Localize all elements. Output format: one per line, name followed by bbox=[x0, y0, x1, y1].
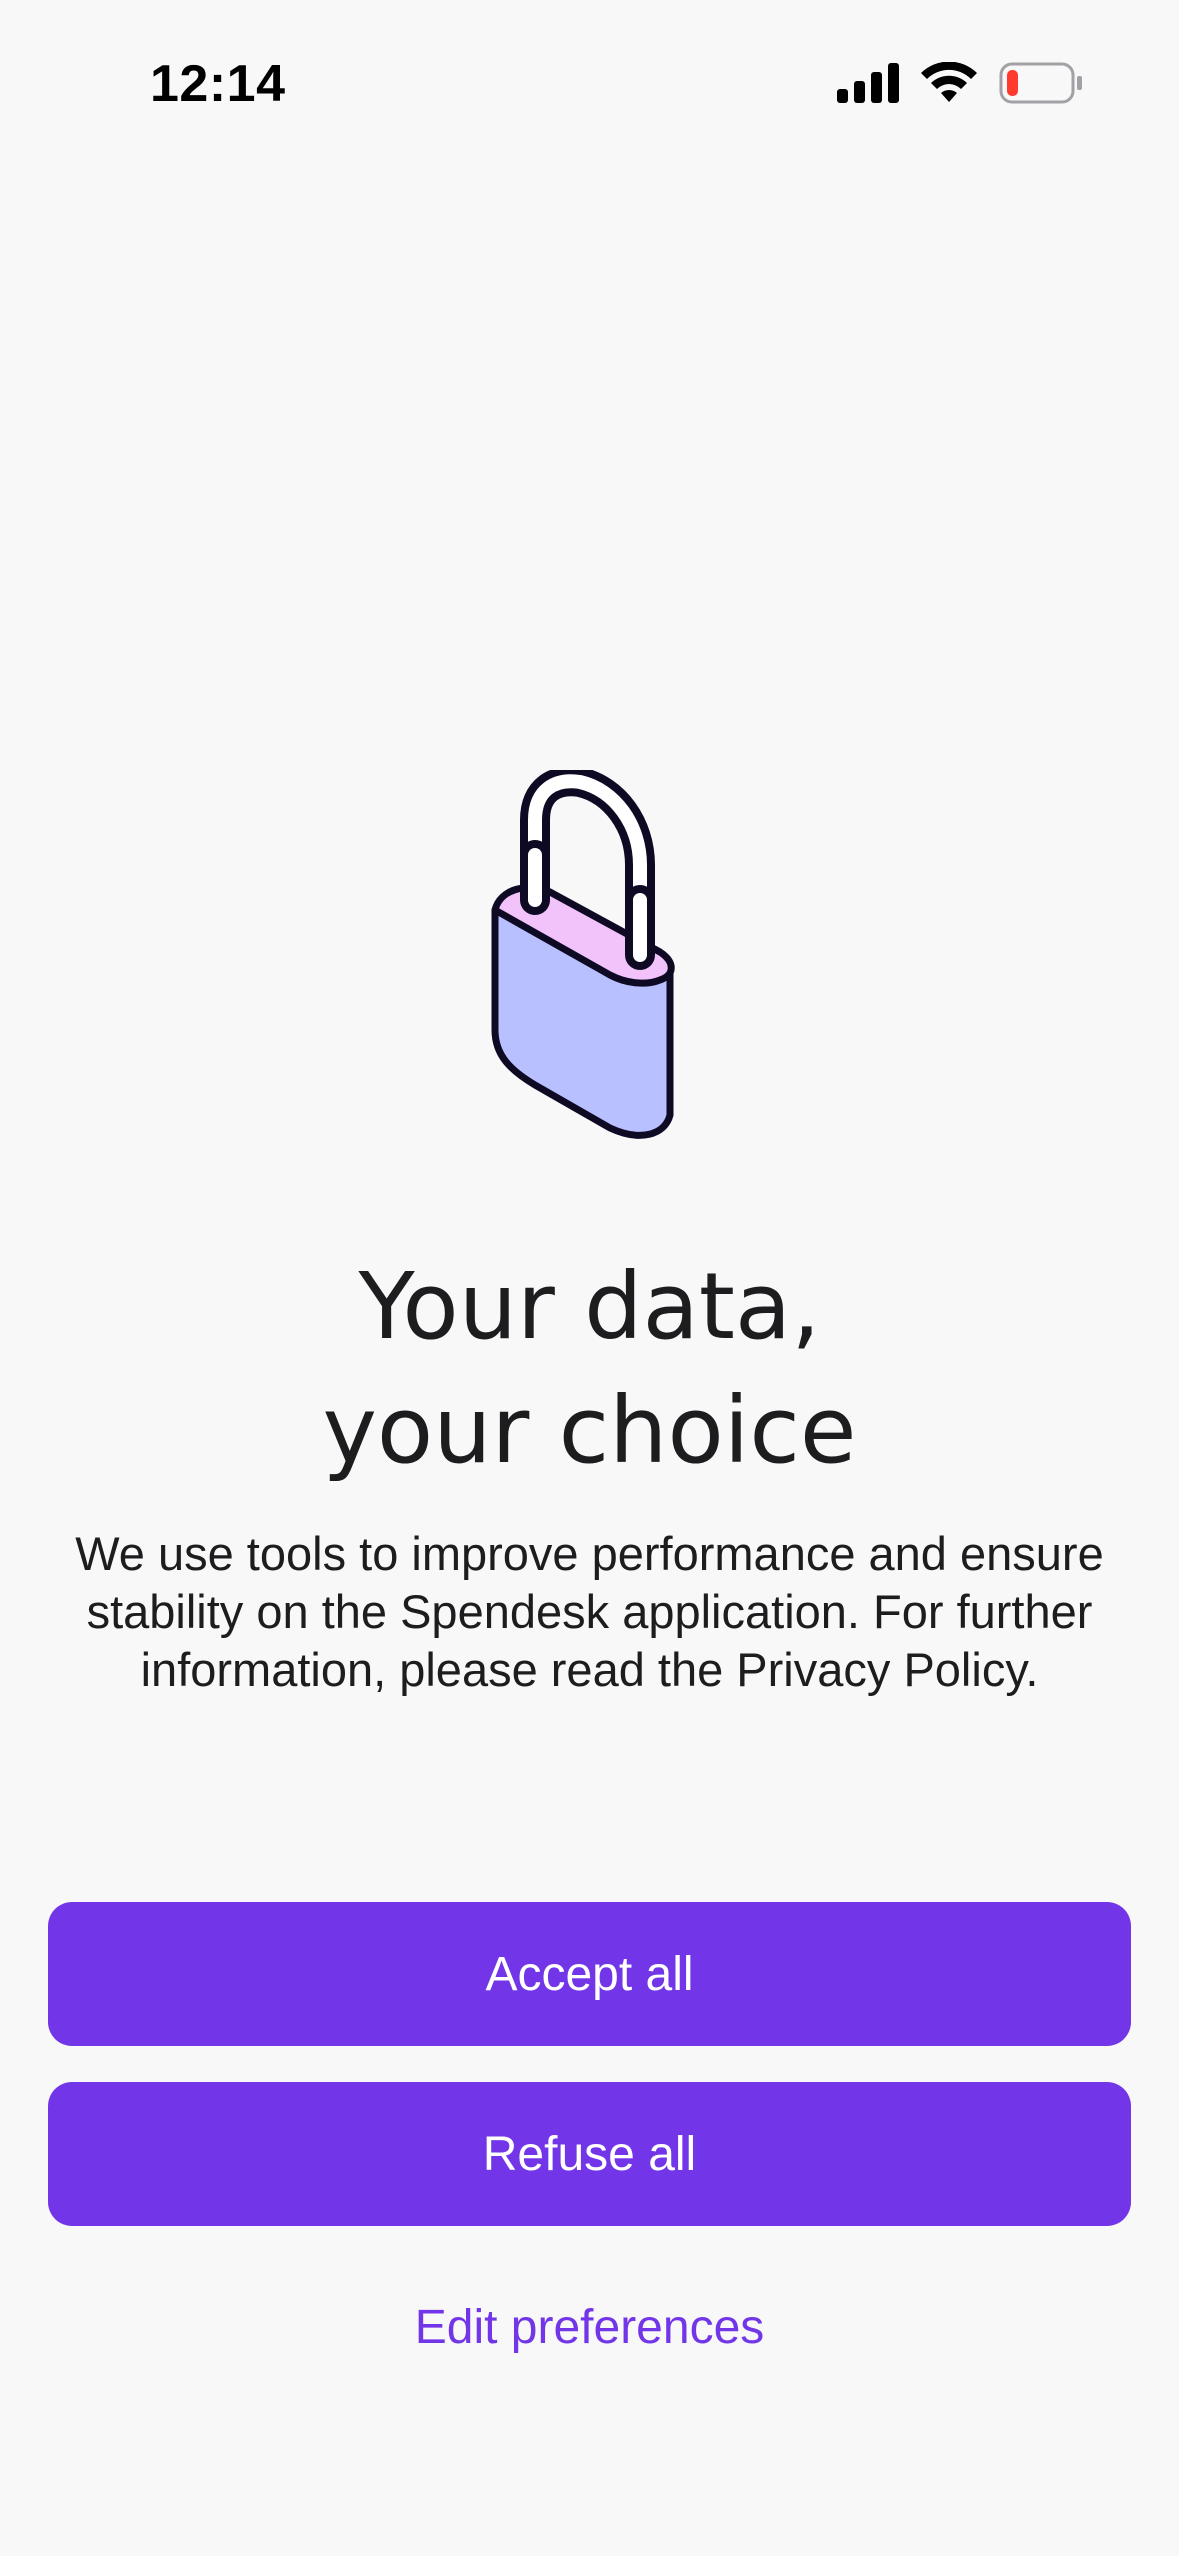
consent-description: We use tools to improve performance and … bbox=[75, 1527, 1104, 1696]
cellular-signal-icon bbox=[837, 63, 899, 103]
battery-low-icon bbox=[999, 62, 1083, 104]
title-line-2: your choice bbox=[322, 1377, 857, 1484]
refuse-all-button[interactable]: Refuse all bbox=[48, 2082, 1131, 2226]
accept-all-button[interactable]: Accept all bbox=[48, 1902, 1131, 2046]
padlock-icon bbox=[480, 766, 700, 1150]
edit-preferences-link[interactable]: Edit preferences bbox=[0, 2300, 1179, 2355]
status-bar: 12:14 bbox=[0, 0, 1179, 160]
status-icons bbox=[837, 62, 1083, 104]
title-line-1: Your data, bbox=[358, 1253, 821, 1360]
page-title: Your data, your choice bbox=[0, 1245, 1179, 1493]
status-time: 12:14 bbox=[150, 55, 286, 113]
wifi-icon bbox=[921, 62, 977, 104]
